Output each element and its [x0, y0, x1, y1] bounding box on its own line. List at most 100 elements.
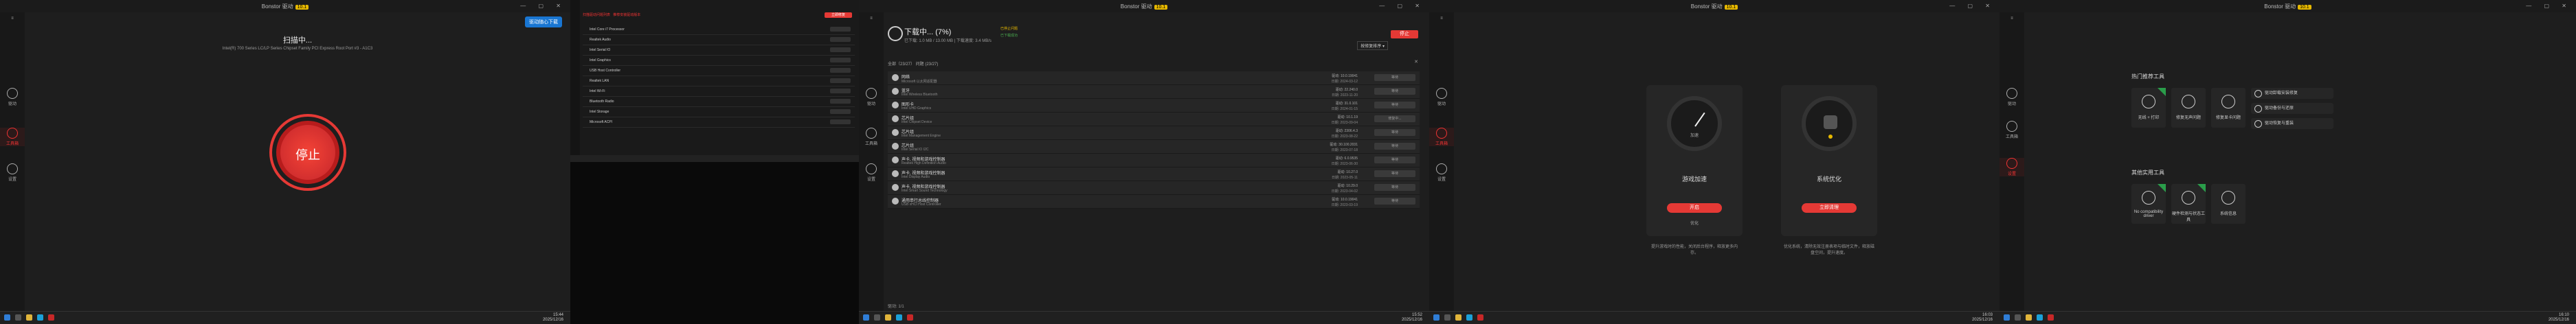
new-badge	[2158, 88, 2166, 96]
sidebar-item-drivers[interactable]: 驱动	[0, 88, 25, 106]
row-action-button[interactable]: 等待	[1374, 88, 1415, 95]
row-action-button[interactable]: 等待	[1374, 170, 1415, 177]
row-action-button[interactable]	[830, 47, 851, 52]
edge-icon[interactable]	[896, 314, 902, 321]
row-action-button[interactable]: 等待	[1374, 198, 1415, 205]
tool-pill-restore[interactable]: 驱动恢复与重装	[2251, 118, 2333, 129]
result-row[interactable]: Bluetooth Radio	[583, 97, 855, 107]
result-row[interactable]: Intel Serial IO	[583, 45, 855, 56]
row-action-button[interactable]	[830, 37, 851, 42]
driver-row[interactable]: 芯片组 Intel Management Engine 驱动: 2306.4.3 日期…	[888, 126, 1420, 140]
row-action-button[interactable]: 等待	[1374, 157, 1415, 163]
row-action-button[interactable]	[830, 109, 851, 114]
fix-all-button[interactable]: 立即修复	[825, 12, 852, 18]
driver-row[interactable]: 声卡, 视频和游戏控制器 Realtek High Definition Audi…	[888, 154, 1420, 167]
driver-row[interactable]: 芯片组 Intel Serial IO I2C 驱动: 30.100.2031 日期:…	[888, 140, 1420, 154]
search-icon[interactable]	[2015, 314, 2021, 321]
row-action-button[interactable]: 等待	[1374, 129, 1415, 136]
edge-icon[interactable]	[1466, 314, 1472, 321]
result-row[interactable]: Realtek LAN	[583, 76, 855, 86]
sidebar-item-settings[interactable]: 设置	[859, 163, 884, 182]
edge-icon[interactable]	[37, 314, 43, 321]
app-icon[interactable]	[48, 314, 54, 321]
row-action-button[interactable]: 等待	[1374, 74, 1415, 81]
window-controls[interactable]: — ▢ ✕	[2526, 3, 2572, 9]
search-icon[interactable]	[874, 314, 880, 321]
sidebar-item-drivers[interactable]: 驱动	[2000, 88, 2024, 106]
window-controls[interactable]: — ▢ ✕	[520, 3, 566, 9]
row-action-button[interactable]: 等待	[1374, 102, 1415, 108]
row-action-button[interactable]	[830, 58, 851, 62]
collapse-icon[interactable]: ✕	[1414, 59, 1418, 65]
window-controls[interactable]: — ▢ ✕	[1949, 3, 1995, 9]
sidebar-item-settings[interactable]: 设置	[0, 163, 25, 182]
sidebar-item-settings[interactable]: 设置	[2000, 158, 2024, 176]
explorer-icon[interactable]	[885, 314, 891, 321]
tool-card-sysinfo[interactable]: 系统信息	[2211, 184, 2245, 224]
tool-pill-backup[interactable]: 驱动备份与还原	[2251, 103, 2333, 114]
sidebar-item-drivers[interactable]: 驱动	[859, 88, 884, 106]
app-icon[interactable]	[1477, 314, 1483, 321]
tool-pill-uninstall[interactable]: 驱动卸载安装修复	[2251, 88, 2333, 99]
row-action-button[interactable]: 等待	[1374, 184, 1415, 191]
start-icon[interactable]	[4, 314, 10, 321]
driver-row[interactable]: 蓝牙 Intel Wireless Bluetooth 驱动: 22.240.0 日期…	[888, 85, 1420, 99]
row-action-button[interactable]: 修复中...	[1374, 115, 1415, 122]
result-row[interactable]: Intel Graphics	[583, 56, 855, 66]
tool-card-fix-display[interactable]: 修复显卡问题	[2211, 88, 2245, 128]
toolbox-icon	[1436, 128, 1447, 139]
sort-select[interactable]: 按修复排序 ▾	[1357, 41, 1388, 50]
row-action-button[interactable]	[830, 27, 851, 32]
window-controls[interactable]: — ▢ ✕	[1379, 3, 1425, 9]
result-row[interactable]: Intel Wi-Fi	[583, 86, 855, 97]
driver-row[interactable]: 通用串行总线控制器 USB xHCI Host Controller 驱动: 10.…	[888, 195, 1420, 209]
system-clock: 15:52 2025/12/16	[1401, 313, 1422, 322]
menu-icon[interactable]: ≡	[859, 16, 884, 21]
driver-row[interactable]: 声卡, 视频和游戏控制器 Intel Display Audio 驱动: 10.27…	[888, 167, 1420, 181]
result-row[interactable]: Intel Core i7 Processor	[583, 25, 855, 35]
sidebar-item-tools[interactable]: 工具箱	[2000, 121, 2024, 139]
stop-scan-button[interactable]: 停止	[269, 114, 346, 191]
search-icon[interactable]	[15, 314, 21, 321]
row-action-button[interactable]	[830, 68, 851, 73]
result-row[interactable]: Microsoft ACPI	[583, 117, 855, 128]
result-row[interactable]: Intel Storage	[583, 107, 855, 117]
sidebar-item-drivers[interactable]: 驱动	[1429, 88, 1454, 106]
search-icon[interactable]	[1444, 314, 1451, 321]
driver-row[interactable]: 网络 Microsoft 以太网适配器 驱动: 10.0.19041 日期: 2024…	[888, 71, 1420, 85]
menu-icon[interactable]: ≡	[0, 16, 25, 21]
result-row[interactable]: USB Host Controller	[583, 66, 855, 76]
tool-card-wireless-print[interactable]: 无线 + 打印	[2131, 88, 2166, 128]
edge-icon[interactable]	[2037, 314, 2043, 321]
sidebar-item-tools[interactable]: 工具箱	[859, 128, 884, 146]
explorer-icon[interactable]	[26, 314, 32, 321]
start-icon[interactable]	[1433, 314, 1440, 321]
sidebar-item-settings[interactable]: 设置	[1429, 163, 1454, 182]
menu-icon[interactable]: ≡	[2000, 16, 2024, 21]
explorer-icon[interactable]	[2026, 314, 2032, 321]
start-icon[interactable]	[863, 314, 869, 321]
game-boost-button[interactable]: 开启	[1667, 203, 1722, 213]
driver-row[interactable]: 芯片组 Intel Chipset Device 驱动: 10.1.19 日期: 20…	[888, 113, 1420, 126]
sidebar-item-tools[interactable]: 工具箱	[0, 128, 25, 146]
driver-row[interactable]: 声卡, 视频和游戏控制器 Intel Smart Sound Technology…	[888, 181, 1420, 195]
row-action-button[interactable]: 等待	[1374, 143, 1415, 150]
driver-row[interactable]: 图形卡 Intel UHD Graphics 驱动: 31.0.101 日期: 202…	[888, 99, 1420, 113]
row-action-button[interactable]	[830, 78, 851, 83]
sidebar-item-tools[interactable]: 工具箱	[1429, 128, 1454, 146]
row-action-button[interactable]	[830, 119, 851, 124]
row-action-button[interactable]	[830, 89, 851, 93]
tool-card-no-compat[interactable]: No compatibility driver	[2131, 184, 2166, 224]
system-optimize-button[interactable]: 立即清理	[1802, 203, 1857, 213]
tool-card-hw-detect[interactable]: 硬件检测与状态工具	[2171, 184, 2206, 224]
tool-card-fix-sound[interactable]: 修复无声问题	[2171, 88, 2206, 128]
row-action-button[interactable]	[830, 99, 851, 104]
explorer-icon[interactable]	[1455, 314, 1461, 321]
app-icon[interactable]	[2048, 314, 2054, 321]
app-icon[interactable]	[907, 314, 913, 321]
menu-icon[interactable]: ≡	[1429, 16, 1454, 21]
start-icon[interactable]	[2004, 314, 2010, 321]
promo-button[interactable]: 驱动随心下载	[525, 16, 562, 27]
result-row[interactable]: Realtek Audio	[583, 35, 855, 45]
stop-download-button[interactable]: 停止	[1391, 30, 1418, 38]
